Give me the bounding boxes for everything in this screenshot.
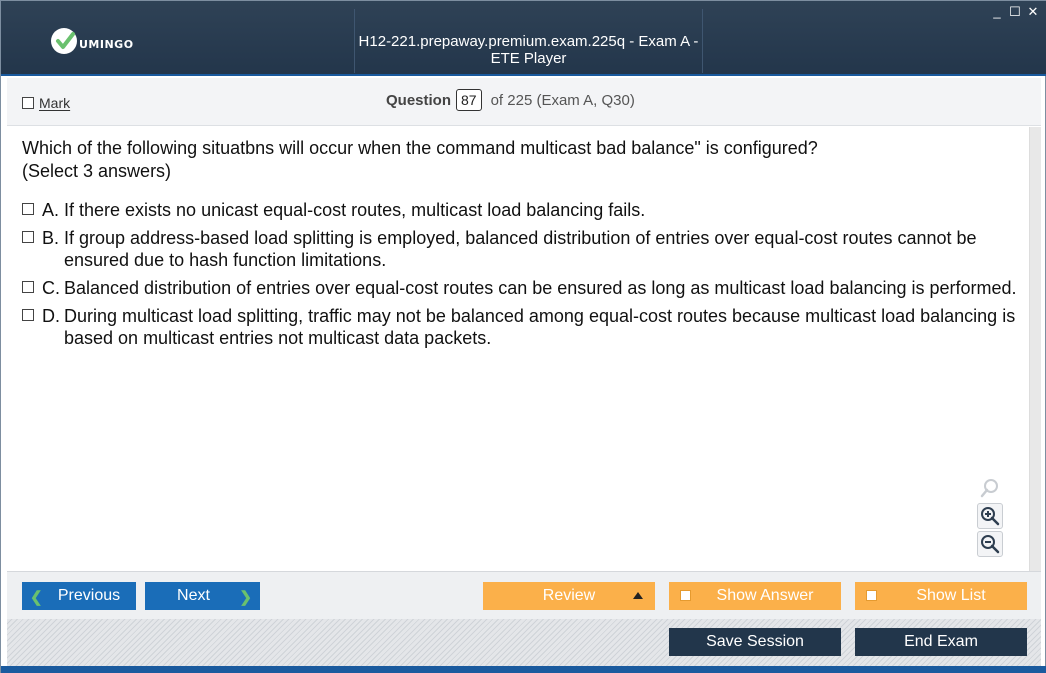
- answer-option[interactable]: B. If group address-based load splitting…: [22, 227, 1022, 271]
- end-exam-button[interactable]: End Exam: [855, 628, 1027, 656]
- show-list-checkbox[interactable]: [866, 590, 877, 601]
- previous-button[interactable]: ❮ Previous: [22, 582, 136, 610]
- answer-letter: D.: [42, 306, 60, 326]
- previous-label: Previous: [57, 587, 121, 604]
- answer-checkbox[interactable]: [22, 309, 34, 321]
- mark-label: Mark: [39, 95, 71, 111]
- question-info: Question 87 of 225 (Exam A, Q30): [386, 89, 635, 111]
- next-label: Next: [177, 587, 210, 604]
- zoom-out-icon[interactable]: [977, 531, 1003, 557]
- chevron-left-icon: ❮: [30, 589, 43, 606]
- navigation-bar: ❮ Previous Next ❯ Review Show Answer Sho…: [7, 571, 1041, 619]
- next-button[interactable]: Next ❯: [145, 582, 260, 610]
- answer-option[interactable]: D. During multicast load splitting, traf…: [22, 305, 1022, 349]
- exam-window: UMINGO H12-221.prepaway.premium.exam.225…: [0, 0, 1046, 673]
- vertical-scrollbar[interactable]: [1029, 127, 1041, 571]
- footer-bar: Save Session End Exam: [7, 619, 1041, 666]
- question-count: of 225 (Exam A, Q30): [490, 91, 635, 109]
- answer-option[interactable]: C. Balanced distribution of entries over…: [22, 277, 1022, 299]
- answer-checkbox[interactable]: [22, 203, 34, 215]
- zoom-in-icon[interactable]: [977, 503, 1003, 529]
- app-logo: UMINGO: [51, 27, 134, 55]
- show-answer-button[interactable]: Show Answer: [669, 582, 841, 610]
- question-text: Which of the following situatbns will oc…: [22, 138, 818, 181]
- question-number-input[interactable]: 87: [456, 89, 482, 111]
- bottom-border: [1, 666, 1046, 673]
- mark-checkbox[interactable]: Mark: [22, 95, 70, 111]
- window-controls: _ ☐ ✕: [991, 5, 1039, 19]
- answer-text: If there exists no unicast equal-cost ro…: [64, 200, 646, 220]
- title-bar: UMINGO H12-221.prepaway.premium.exam.225…: [1, 1, 1046, 76]
- answer-option[interactable]: A. If there exists no unicast equal-cost…: [22, 199, 1022, 221]
- chevron-right-icon: ❯: [239, 589, 252, 606]
- close-icon[interactable]: ✕: [1027, 5, 1039, 19]
- answer-text: During multicast load splitting, traffic…: [64, 306, 1016, 348]
- title-divider: [354, 9, 355, 73]
- logo-text: UMINGO: [79, 37, 134, 51]
- question-body: Which of the following situatbns will oc…: [7, 127, 1029, 571]
- answer-letter: A.: [42, 200, 60, 220]
- answer-letter: C.: [42, 278, 60, 298]
- show-answer-label: Show Answer: [716, 587, 814, 604]
- answer-checkbox[interactable]: [22, 231, 34, 243]
- title-divider: [702, 9, 703, 73]
- review-button[interactable]: Review: [483, 582, 655, 610]
- end-exam-label: End Exam: [904, 633, 978, 650]
- save-session-label: Save Session: [706, 633, 804, 650]
- review-label: Review: [542, 587, 596, 604]
- checkmark-logo-icon: [51, 28, 77, 54]
- search-icon[interactable]: [977, 475, 1003, 501]
- maximize-icon[interactable]: ☐: [1009, 5, 1021, 19]
- show-answer-checkbox[interactable]: [680, 590, 691, 601]
- show-list-label: Show List: [916, 587, 986, 604]
- question-header: Mark Question 87 of 225 (Exam A, Q30): [7, 78, 1041, 126]
- answer-text: If group address-based load splitting is…: [64, 228, 977, 270]
- caret-up-icon: [633, 592, 643, 599]
- window-title: H12-221.prepaway.premium.exam.225q - Exa…: [358, 33, 699, 67]
- mark-checkbox-box[interactable]: [22, 97, 34, 109]
- answer-text: Balanced distribution of entries over eq…: [64, 278, 1017, 298]
- save-session-button[interactable]: Save Session: [669, 628, 841, 656]
- zoom-controls: [975, 475, 1005, 557]
- question-label: Question: [386, 91, 452, 109]
- answer-checkbox[interactable]: [22, 281, 34, 293]
- minimize-icon[interactable]: _: [991, 5, 1003, 19]
- answer-letter: B.: [42, 228, 60, 248]
- answer-list: A. If there exists no unicast equal-cost…: [22, 199, 1022, 355]
- show-list-button[interactable]: Show List: [855, 582, 1027, 610]
